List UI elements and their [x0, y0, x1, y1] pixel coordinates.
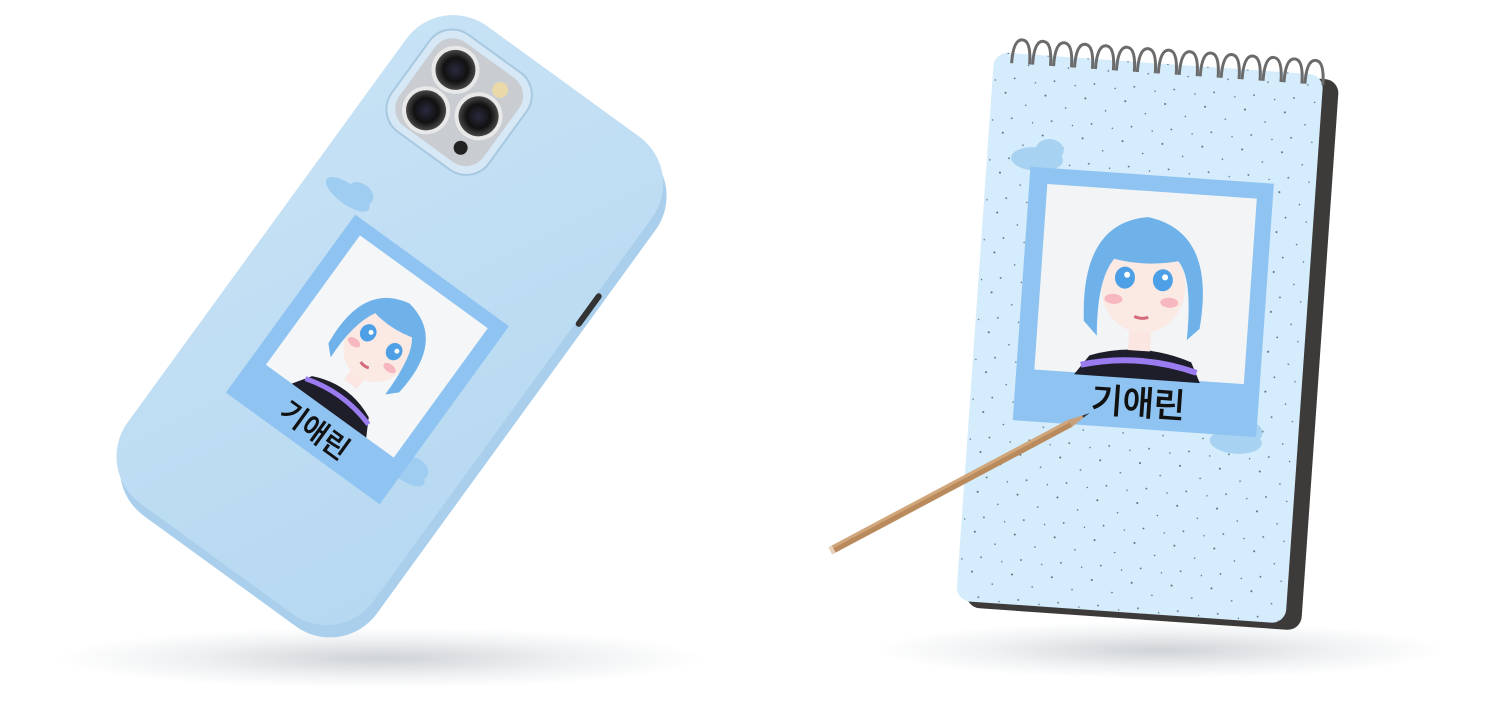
pencil-icon [828, 412, 1090, 555]
product-mockup-scene: 기애린 기애린 [0, 0, 1509, 715]
